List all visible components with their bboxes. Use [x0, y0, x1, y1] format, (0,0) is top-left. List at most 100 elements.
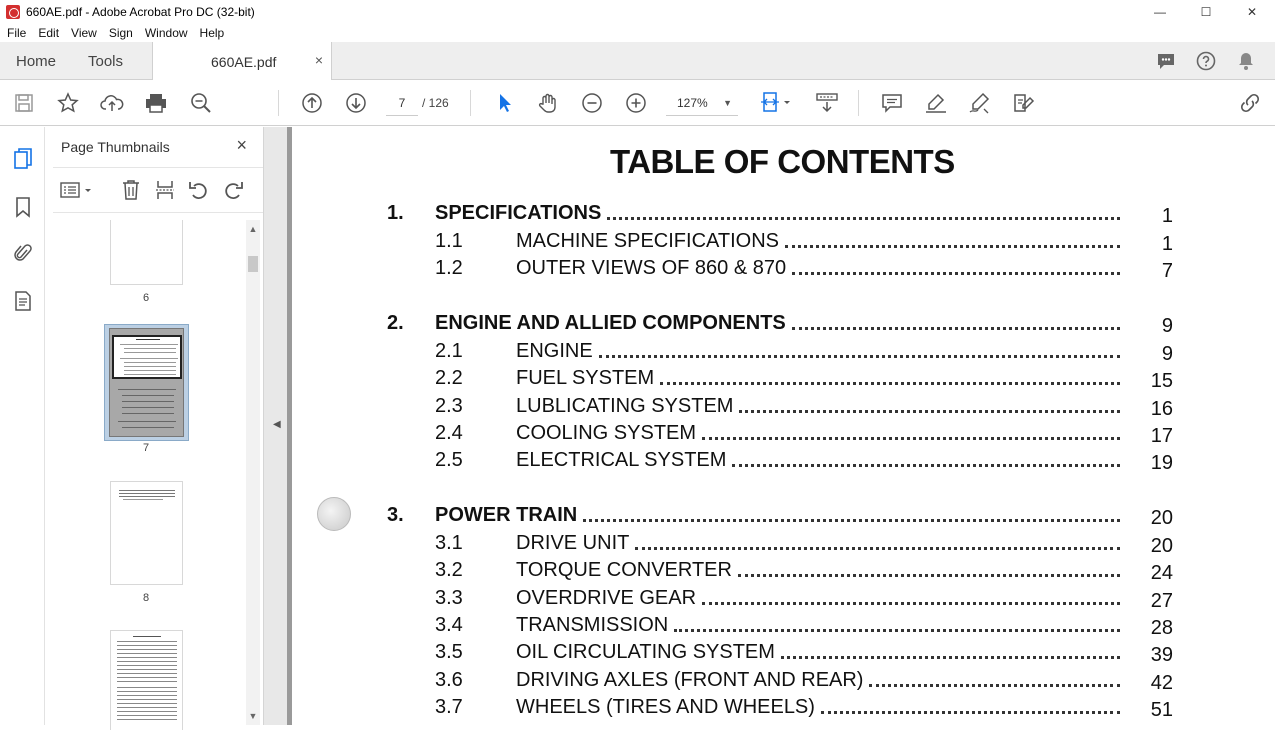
print-icon[interactable] [144, 91, 168, 115]
thumbnail-text-line [117, 677, 177, 678]
menu-edit[interactable]: Edit [32, 26, 65, 40]
upload-cloud-icon[interactable] [100, 91, 124, 115]
attachments-icon[interactable] [11, 241, 35, 265]
select-cursor-icon[interactable] [493, 91, 517, 115]
subsection-page-number: 16 [1150, 397, 1173, 420]
chevron-down-icon: ▼ [723, 98, 732, 108]
fill-sign-icon[interactable] [968, 91, 992, 115]
subsection-title[interactable]: ENGINE [516, 340, 593, 363]
menu-help[interactable]: Help [194, 26, 231, 40]
options-menu-icon[interactable] [59, 178, 95, 202]
scroll-down-icon[interactable]: ▼ [246, 709, 260, 723]
section-page-number: 20 [1150, 507, 1173, 529]
zoom-search-icon[interactable] [189, 91, 213, 115]
subsection-title[interactable]: OVERDRIVE GEAR [516, 587, 696, 610]
tab-tools[interactable]: Tools [88, 53, 123, 70]
rotate-right-icon[interactable] [221, 178, 245, 202]
subsection-page-number: 19 [1150, 452, 1173, 475]
maximize-button[interactable]: ☐ [1183, 0, 1229, 24]
section-title[interactable]: SPECIFICATIONS [435, 202, 601, 225]
subsection-title[interactable]: WHEELS (TIRES AND WHEELS) [516, 696, 815, 719]
page-thumbnail[interactable] [110, 220, 183, 285]
visible-area-box [112, 335, 182, 379]
thumbnail-text-line [122, 413, 174, 414]
comment-icon[interactable] [880, 91, 904, 115]
page-number-input[interactable]: 7 [386, 92, 418, 116]
scroll-up-icon[interactable]: ▲ [246, 222, 260, 236]
previous-page-icon[interactable] [300, 91, 324, 115]
link-share-icon[interactable] [1238, 91, 1262, 115]
section-title[interactable]: ENGINE AND ALLIED COMPONENTS [435, 312, 786, 335]
thumbnail-text-line [124, 366, 176, 367]
subsection-number: 3.6 [435, 668, 463, 691]
menu-view[interactable]: View [65, 26, 103, 40]
panel-title: Page Thumbnails [61, 139, 170, 155]
window-controls: — ☐ ✕ [1137, 0, 1275, 24]
highlight-pen-icon[interactable] [924, 91, 948, 115]
subsection-title[interactable]: LUBLICATING SYSTEM [516, 395, 733, 418]
page-thumbnail[interactable] [110, 481, 183, 585]
close-panel-button[interactable]: × [236, 135, 247, 156]
subsection-title[interactable]: TRANSMISSION [516, 614, 668, 637]
page-fit-icon[interactable] [758, 91, 794, 115]
window-title: 660AE.pdf - Adobe Acrobat Pro DC (32-bit… [26, 5, 255, 19]
subsection-title[interactable]: FUEL SYSTEM [516, 367, 654, 390]
scroll-mode-icon[interactable] [815, 91, 839, 115]
subsection-title[interactable]: OUTER VIEWS OF 860 & 870 [516, 257, 786, 280]
subsection-title[interactable]: COOLING SYSTEM [516, 422, 696, 445]
menu-window[interactable]: Window [139, 26, 194, 40]
menu-file[interactable]: File [0, 26, 32, 40]
leader-dots [737, 557, 1120, 578]
page-content-icon[interactable] [11, 289, 35, 313]
subsection-number: 2.5 [435, 449, 463, 472]
edit-document-icon[interactable] [1012, 91, 1036, 115]
bookmarks-icon[interactable] [11, 195, 35, 219]
thumbnail-text-line [124, 374, 176, 375]
page-thumbnails-icon[interactable] [11, 147, 35, 171]
page-thumbnail[interactable] [110, 630, 183, 730]
thumbnail-text-line [124, 348, 176, 349]
close-tab-button[interactable]: × [315, 52, 323, 68]
subsection-title[interactable]: DRIVE UNIT [516, 532, 629, 555]
zoom-level-select[interactable]: 127% ▼ [666, 92, 738, 116]
thumbnail-scrollbar[interactable]: ▲ ▼ [246, 220, 260, 725]
menu-sign[interactable]: Sign [103, 26, 139, 40]
thumbnail-text-line [136, 339, 160, 340]
rotate-left-icon[interactable] [187, 178, 211, 202]
bookmark-star-icon[interactable] [56, 91, 80, 115]
tab-bar-actions [1155, 50, 1257, 72]
subsection-page-number: 27 [1150, 589, 1173, 612]
thumbnail-text-line [117, 695, 177, 696]
thumbnail-text-line [119, 493, 175, 494]
help-icon[interactable] [1195, 50, 1217, 72]
section-title[interactable]: POWER TRAIN [435, 504, 577, 527]
delete-page-icon[interactable] [119, 178, 143, 202]
subsection-title[interactable]: TORQUE CONVERTER [516, 559, 732, 582]
comment-bubble-icon[interactable] [1155, 50, 1177, 72]
toolbar-divider [278, 90, 279, 116]
selected-page-thumbnail[interactable] [104, 324, 189, 441]
leader-dots [583, 502, 1120, 522]
extract-pages-icon[interactable] [153, 178, 177, 202]
collapse-panel-icon[interactable]: ◀ [273, 419, 281, 430]
subsection-title[interactable]: OIL CIRCULATING SYSTEM [516, 641, 775, 664]
notification-bell-icon[interactable] [1235, 50, 1257, 72]
tab-bar: Home Tools 660AE.pdf × [0, 42, 1275, 81]
subsection-title[interactable]: MACHINE SPECIFICATIONS [516, 230, 779, 253]
leader-dots [820, 694, 1120, 714]
zoom-in-icon[interactable] [624, 91, 648, 115]
zoom-out-icon[interactable] [580, 91, 604, 115]
subsection-number: 3.1 [435, 532, 463, 554]
subsection-title[interactable]: ELECTRICAL SYSTEM [516, 449, 726, 472]
save-icon[interactable] [12, 91, 36, 115]
next-page-icon[interactable] [344, 91, 368, 115]
tab-document[interactable]: 660AE.pdf × [152, 42, 332, 81]
tab-home[interactable]: Home [16, 53, 56, 70]
scrollbar-thumb[interactable] [248, 256, 258, 272]
hand-pan-icon[interactable] [536, 91, 560, 115]
main-toolbar [0, 80, 1275, 126]
subsection-number: 2.4 [435, 421, 463, 444]
close-window-button[interactable]: ✕ [1229, 0, 1275, 24]
subsection-title[interactable]: DRIVING AXLES (FRONT AND REAR) [516, 669, 863, 692]
minimize-button[interactable]: — [1137, 0, 1183, 24]
